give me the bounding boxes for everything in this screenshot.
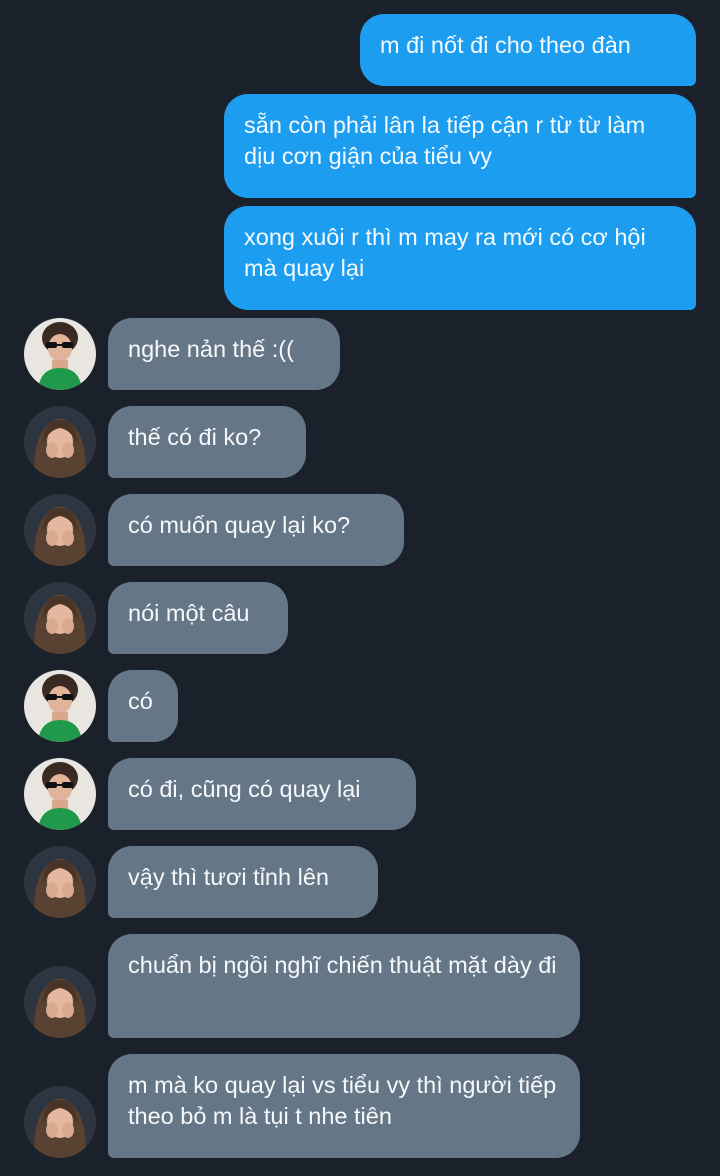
long-hair-girl-avatar[interactable]: [24, 1086, 96, 1158]
message-text: có muốn quay lại ko?: [128, 512, 351, 538]
message-text: vậy thì tươi tỉnh lên: [128, 864, 329, 890]
message-text: chuẩn bị ngồi nghĩ chiến thuật mặt dày đ…: [128, 952, 557, 978]
incoming-message-bubble[interactable]: có: [108, 670, 178, 742]
incoming-message-bubble[interactable]: có đi, cũng có quay lại: [108, 758, 416, 830]
message-text: sẵn còn phải lân la tiếp cận r từ từ làm…: [244, 112, 646, 169]
message-text: xong xuôi r thì m may ra mới có cơ hội m…: [244, 224, 646, 281]
green-top-sunglasses-avatar[interactable]: [24, 670, 96, 742]
long-hair-girl-avatar[interactable]: [24, 406, 96, 478]
outgoing-message-bubble[interactable]: m đi nốt đi cho theo đàn: [360, 14, 696, 86]
message-text: m đi nốt đi cho theo đàn: [380, 32, 631, 58]
chat-thread: m đi nốt đi cho theo đàn sẵn còn phải lâ…: [0, 0, 720, 1176]
message-text: có đi, cũng có quay lại: [128, 776, 361, 802]
message-text: nói một câu: [128, 600, 250, 626]
outgoing-message-bubble[interactable]: sẵn còn phải lân la tiếp cận r từ từ làm…: [224, 94, 696, 198]
message-text: nghe nản thế :((: [128, 336, 294, 362]
incoming-message-bubble[interactable]: chuẩn bị ngồi nghĩ chiến thuật mặt dày đ…: [108, 934, 580, 1038]
incoming-message-bubble[interactable]: nói một câu: [108, 582, 288, 654]
incoming-message-bubble[interactable]: vậy thì tươi tỉnh lên: [108, 846, 378, 918]
outgoing-message-bubble[interactable]: xong xuôi r thì m may ra mới có cơ hội m…: [224, 206, 696, 310]
long-hair-girl-avatar[interactable]: [24, 966, 96, 1038]
message-text: m mà ko quay lại vs tiểu vy thì người ti…: [128, 1072, 557, 1129]
long-hair-girl-avatar[interactable]: [24, 494, 96, 566]
message-text: có: [128, 688, 153, 714]
long-hair-girl-avatar[interactable]: [24, 846, 96, 918]
incoming-message-bubble[interactable]: nghe nản thế :((: [108, 318, 340, 390]
green-top-sunglasses-avatar[interactable]: [24, 758, 96, 830]
incoming-message-bubble[interactable]: có muốn quay lại ko?: [108, 494, 404, 566]
green-top-sunglasses-avatar[interactable]: [24, 318, 96, 390]
message-text: thế có đi ko?: [128, 424, 262, 450]
incoming-message-bubble[interactable]: m mà ko quay lại vs tiểu vy thì người ti…: [108, 1054, 580, 1158]
incoming-message-bubble[interactable]: thế có đi ko?: [108, 406, 306, 478]
long-hair-girl-avatar[interactable]: [24, 582, 96, 654]
